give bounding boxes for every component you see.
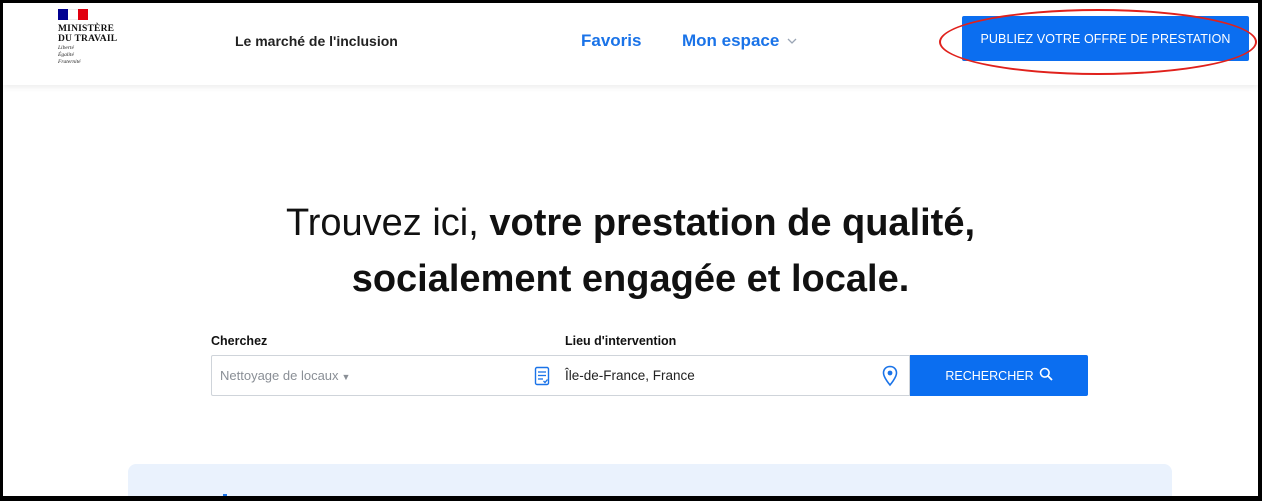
service-select[interactable]: Nettoyage de locaux ▼: [211, 355, 562, 396]
service-select-value: Nettoyage de locaux ▼: [220, 368, 351, 383]
ministry-name-line1: MINISTÈRE: [58, 24, 115, 34]
nav-my-space[interactable]: Mon espace: [682, 31, 797, 51]
french-flag-icon: [58, 9, 88, 20]
nav-favorites[interactable]: Favoris: [581, 31, 641, 51]
info-panel: [128, 464, 1172, 496]
ministry-logo[interactable]: MINISTÈRE DU TRAVAIL Liberté Égalité Fra…: [58, 9, 128, 65]
hero-bold-text-2: socialement engagée et locale.: [351, 258, 910, 300]
publish-offer-button[interactable]: PUBLIEZ VOTRE OFFRE DE PRESTATION: [962, 16, 1249, 61]
hero-bold-text-1: votre prestation de qualité,: [489, 202, 976, 244]
list-icon[interactable]: [531, 364, 553, 388]
location-pin-icon[interactable]: [879, 364, 901, 388]
site-name-link[interactable]: Le marché de l'inclusion: [235, 33, 398, 49]
panel-accent: [223, 494, 227, 496]
search-icon: [1039, 367, 1053, 384]
location-input[interactable]: Île-de-France, France: [561, 355, 910, 396]
search-label: Cherchez: [211, 334, 268, 348]
chevron-down-icon: [787, 36, 797, 47]
nav-my-space-label: Mon espace: [682, 31, 780, 50]
motto-liberte: Liberté: [58, 45, 74, 51]
caret-down-icon: ▼: [341, 372, 351, 382]
hero-headline: Trouvez ici, votre prestation de qualité…: [3, 195, 1258, 307]
page-frame: MINISTÈRE DU TRAVAIL Liberté Égalité Fra…: [0, 0, 1262, 501]
search-button[interactable]: RECHERCHER: [910, 355, 1088, 396]
motto-fraternite: Fraternité: [58, 59, 81, 65]
search-button-label: RECHERCHER: [945, 368, 1034, 383]
motto-egalite: Égalité: [58, 52, 74, 58]
site-header: MINISTÈRE DU TRAVAIL Liberté Égalité Fra…: [3, 3, 1258, 85]
hero-light-text: Trouvez ici,: [285, 202, 490, 244]
location-input-value: Île-de-France, France: [565, 368, 695, 383]
ministry-name-line2: DU TRAVAIL: [58, 34, 118, 44]
place-label: Lieu d'intervention: [565, 334, 677, 348]
